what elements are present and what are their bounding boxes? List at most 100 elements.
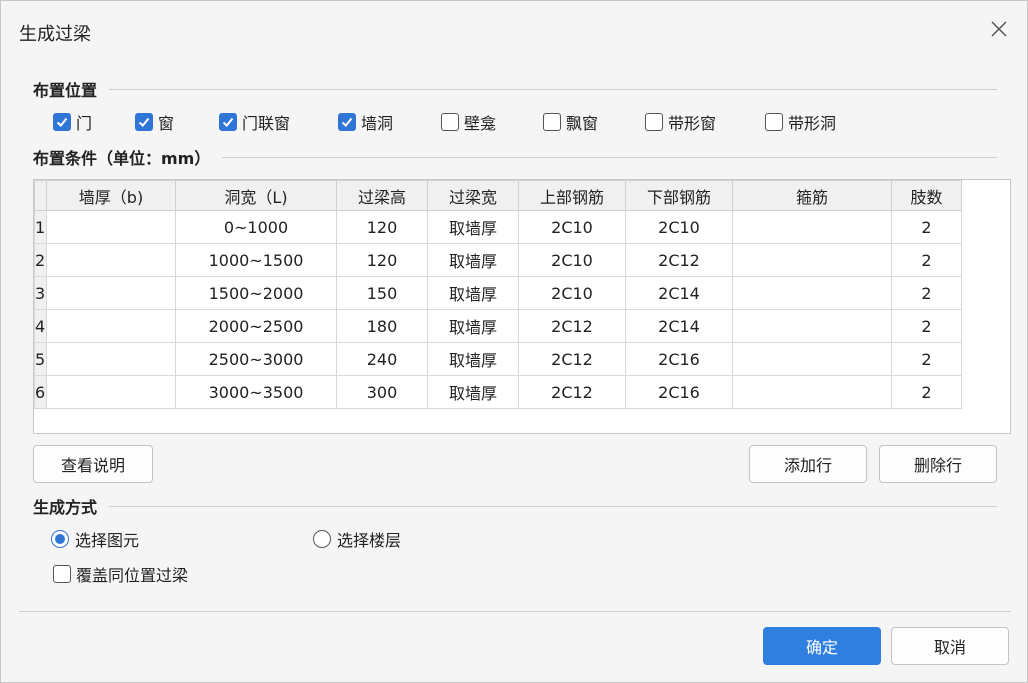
table-cell[interactable]: 2 <box>891 276 962 310</box>
column-header[interactable]: 过梁宽 <box>427 180 519 211</box>
column-header[interactable]: 下部钢筋 <box>625 180 733 211</box>
column-header[interactable]: 墙厚（b) <box>46 180 176 211</box>
table-cell[interactable] <box>46 342 176 376</box>
close-button[interactable] <box>987 17 1011 41</box>
checkbox-label: 窗 <box>158 114 175 133</box>
table-cell[interactable]: 取墙厚 <box>427 243 519 277</box>
table-row[interactable]: 4 2000~2500 180 取墙厚 2C12 2C14 2 <box>34 309 962 343</box>
table-cell[interactable]: 2500~3000 <box>175 342 337 376</box>
row-number[interactable]: 2 <box>34 243 47 277</box>
table-cell[interactable]: 120 <box>336 243 428 277</box>
table-cell[interactable]: 2C10 <box>518 276 626 310</box>
column-header[interactable]: 箍筋 <box>732 180 892 211</box>
table-cell[interactable] <box>46 243 176 277</box>
table-cell[interactable]: 取墙厚 <box>427 342 519 376</box>
table-row[interactable]: 6 3000~3500 300 取墙厚 2C12 2C16 2 <box>34 375 962 409</box>
table-cell[interactable]: 2C12 <box>518 375 626 409</box>
row-number[interactable]: 5 <box>34 342 47 376</box>
table-cell[interactable]: 2C12 <box>518 342 626 376</box>
table-cell[interactable] <box>46 276 176 310</box>
checkbox-label: 门联窗 <box>242 114 291 133</box>
table-cell[interactable]: 2C16 <box>625 375 733 409</box>
delete-row-button[interactable]: 删除行 <box>879 445 997 483</box>
table-cell[interactable]: 2C16 <box>625 342 733 376</box>
checkbox-niche[interactable]: 壁龛 <box>441 109 496 135</box>
conditions-table-container: 墙厚（b) 洞宽（L) 过梁高 过梁宽 上部钢筋 下部钢筋 箍筋 肢数 1 0~… <box>33 179 1011 434</box>
row-number[interactable]: 4 <box>34 309 47 343</box>
table-cell[interactable] <box>732 276 892 310</box>
table-cell[interactable] <box>732 342 892 376</box>
placement-section-header: 布置位置 <box>33 78 997 100</box>
table-cell[interactable]: 2C10 <box>518 210 626 244</box>
table-cell[interactable] <box>46 375 176 409</box>
table-cell[interactable]: 2 <box>891 375 962 409</box>
table-cell[interactable]: 120 <box>336 210 428 244</box>
table-row[interactable]: 3 1500~2000 150 取墙厚 2C10 2C14 2 <box>34 276 962 310</box>
radio-select-floor[interactable]: 选择楼层 <box>313 526 401 552</box>
checkbox-overwrite-lintel[interactable]: 覆盖同位置过梁 <box>53 561 188 587</box>
table-cell[interactable]: 2 <box>891 243 962 277</box>
row-number[interactable]: 1 <box>34 210 47 244</box>
table-cell[interactable]: 2 <box>891 210 962 244</box>
table-cell[interactable]: 取墙厚 <box>427 309 519 343</box>
column-header[interactable]: 过梁高 <box>336 180 428 211</box>
table-cell[interactable]: 2C10 <box>625 210 733 244</box>
ok-button[interactable]: 确定 <box>763 627 881 665</box>
divider <box>109 505 997 507</box>
table-cell[interactable]: 3000~3500 <box>175 375 337 409</box>
table-cell[interactable]: 2C14 <box>625 309 733 343</box>
checkbox-door[interactable]: 门 <box>53 109 92 135</box>
checkbox-label: 覆盖同位置过梁 <box>76 566 189 585</box>
column-header[interactable]: 上部钢筋 <box>518 180 626 211</box>
checkbox-strip-window[interactable]: 带形窗 <box>645 109 716 135</box>
table-cell[interactable]: 2C12 <box>625 243 733 277</box>
footer-divider <box>19 611 1011 612</box>
table-cell[interactable]: 150 <box>336 276 428 310</box>
row-number[interactable]: 3 <box>34 276 47 310</box>
checkbox-strip-opening[interactable]: 带形洞 <box>765 109 836 135</box>
table-cell[interactable]: 2C10 <box>518 243 626 277</box>
checkbox-checked-icon <box>53 113 71 131</box>
checkbox-checked-icon <box>219 113 237 131</box>
table-cell[interactable]: 取墙厚 <box>427 276 519 310</box>
add-row-button[interactable]: 添加行 <box>749 445 867 483</box>
checkbox-unchecked-icon <box>441 113 459 131</box>
table-cell[interactable]: 2 <box>891 342 962 376</box>
table-cell[interactable]: 2000~2500 <box>175 309 337 343</box>
table-cell[interactable]: 取墙厚 <box>427 210 519 244</box>
row-number[interactable]: 6 <box>34 375 47 409</box>
table-cell[interactable] <box>46 309 176 343</box>
table-cell[interactable]: 2C14 <box>625 276 733 310</box>
cancel-button[interactable]: 取消 <box>891 627 1009 665</box>
table-cell[interactable]: 1000~1500 <box>175 243 337 277</box>
table-cell[interactable]: 300 <box>336 375 428 409</box>
table-cell[interactable]: 240 <box>336 342 428 376</box>
table-cell[interactable]: 2 <box>891 309 962 343</box>
table-row[interactable]: 2 1000~1500 120 取墙厚 2C10 2C12 2 <box>34 243 962 277</box>
radio-select-element[interactable]: 选择图元 <box>51 526 139 552</box>
table-cell[interactable] <box>732 210 892 244</box>
table-cell[interactable] <box>732 375 892 409</box>
view-help-button[interactable]: 查看说明 <box>33 445 153 483</box>
table-cell[interactable]: 180 <box>336 309 428 343</box>
table-cell[interactable] <box>732 243 892 277</box>
table-cell[interactable] <box>46 210 176 244</box>
table-cell[interactable]: 0~1000 <box>175 210 337 244</box>
generation-header: 生成方式 <box>33 498 98 517</box>
checkbox-label: 带形洞 <box>788 114 837 133</box>
column-header[interactable]: 洞宽（L) <box>175 180 337 211</box>
table-cell[interactable] <box>732 309 892 343</box>
table-cell[interactable]: 2C12 <box>518 309 626 343</box>
checkbox-checked-icon <box>135 113 153 131</box>
table-row[interactable]: 1 0~1000 120 取墙厚 2C10 2C10 2 <box>34 210 962 244</box>
column-header[interactable]: 肢数 <box>891 180 962 211</box>
checkbox-window[interactable]: 窗 <box>135 109 174 135</box>
checkbox-label: 飘窗 <box>566 114 599 133</box>
table-cell[interactable]: 取墙厚 <box>427 375 519 409</box>
checkbox-wall-opening[interactable]: 墙洞 <box>338 109 393 135</box>
checkbox-door-window[interactable]: 门联窗 <box>219 109 290 135</box>
table-cell[interactable]: 1500~2000 <box>175 276 337 310</box>
table-row[interactable]: 5 2500~3000 240 取墙厚 2C12 2C16 2 <box>34 342 962 376</box>
generation-section-header: 生成方式 <box>33 495 997 517</box>
checkbox-bay-window[interactable]: 飘窗 <box>543 109 598 135</box>
